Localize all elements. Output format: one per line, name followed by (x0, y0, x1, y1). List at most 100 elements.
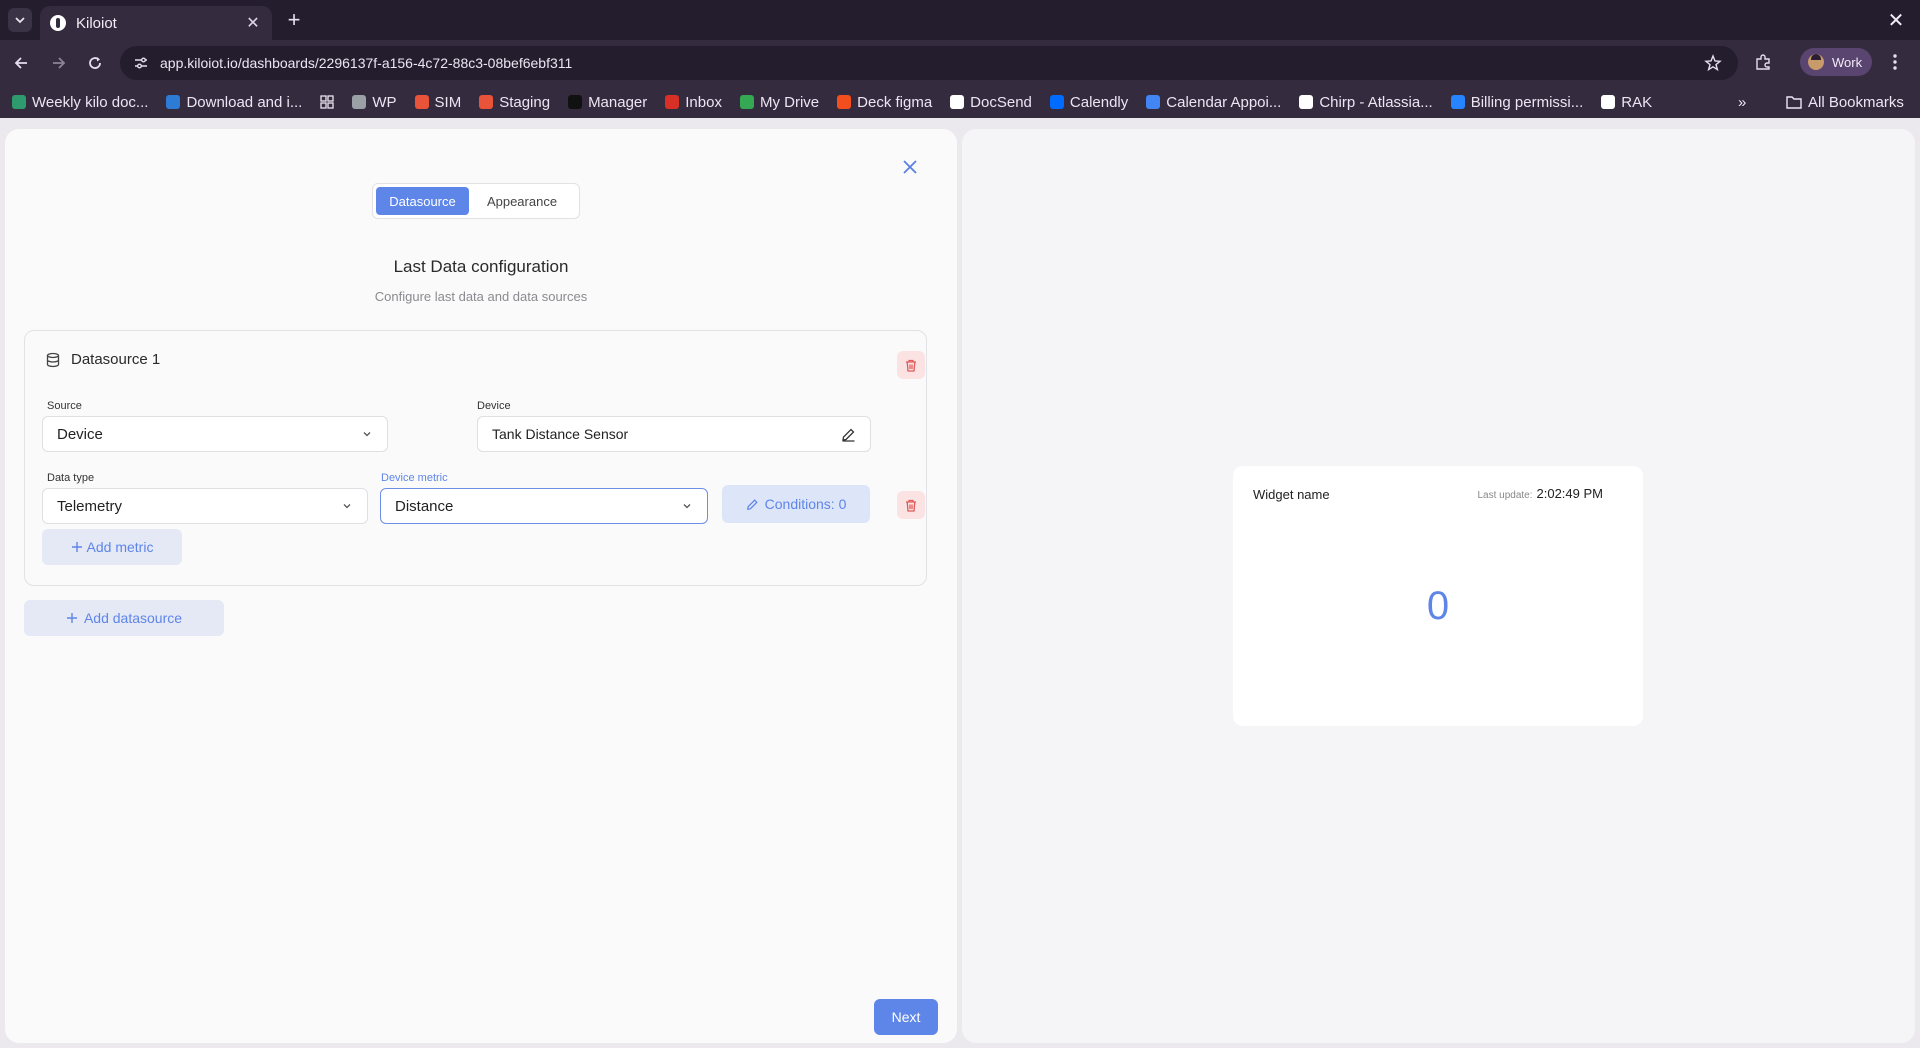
apps-grid-icon[interactable] (320, 95, 334, 109)
delete-datasource-button[interactable] (897, 351, 925, 379)
reload-button[interactable] (83, 51, 107, 75)
conditions-label: Conditions: 0 (764, 496, 847, 512)
bookmark-item[interactable]: SIM (414, 93, 462, 111)
bookmark-favicon-icon (1601, 95, 1616, 109)
source-select[interactable]: Device (42, 416, 388, 452)
bookmark-item[interactable]: Staging (479, 94, 550, 111)
bookmark-star-icon[interactable] (1702, 52, 1724, 74)
profile-label: Work (1832, 54, 1863, 70)
window-close-button[interactable]: ✕ (1884, 8, 1908, 32)
bookmark-label: Calendly (1069, 93, 1129, 111)
all-bookmarks-button[interactable]: All Bookmarks (1786, 86, 1904, 118)
bookmark-label: WP (372, 93, 397, 111)
bookmark-label: SIM (434, 93, 462, 111)
site-info-icon[interactable] (130, 52, 152, 74)
source-value: Device (57, 425, 103, 443)
bookmark-item[interactable]: Manager (568, 94, 647, 111)
bookmark-label: Download and i... (186, 93, 303, 111)
url-text: app.kiloiot.io/dashboards/2296137f-a156-… (160, 55, 573, 71)
bookmark-favicon-icon (1299, 95, 1314, 109)
bookmark-label: My Drive (759, 93, 820, 111)
bookmark-favicon-icon (950, 95, 965, 109)
device-metric-select[interactable]: Distance (380, 488, 708, 524)
bookmark-item[interactable]: My Drive (739, 93, 820, 111)
bookmark-label: Calendar Appoi... (1166, 93, 1282, 111)
avatar-icon (1808, 54, 1824, 70)
bookmark-item[interactable]: WP (352, 93, 397, 111)
source-label: Source (47, 400, 82, 412)
all-bookmarks-label: All Bookmarks (1808, 93, 1904, 111)
bookmark-favicon-icon (166, 95, 181, 109)
device-value: Tank Distance Sensor (492, 426, 629, 442)
device-field[interactable]: Tank Distance Sensor (477, 416, 871, 452)
bookmark-favicon-icon (837, 95, 852, 109)
more-bookmarks-button[interactable]: » (1738, 86, 1746, 118)
new-tab-button[interactable]: + (282, 7, 306, 32)
bookmark-label: Weekly kilo doc... (32, 93, 149, 111)
bookmark-item[interactable]: Billing permissi... (1450, 94, 1583, 111)
bookmark-item[interactable]: Calendly (1049, 93, 1129, 111)
bookmark-item[interactable]: Calendar Appoi... (1146, 94, 1281, 111)
folder-icon (1786, 96, 1802, 109)
reload-icon (89, 57, 101, 69)
browser-menu-icon[interactable] (1884, 51, 1906, 73)
bookmark-favicon-icon (352, 95, 367, 109)
delete-metric-button[interactable] (897, 491, 925, 519)
arrow-left-icon (14, 57, 27, 69)
extensions-icon[interactable] (1752, 51, 1774, 73)
tab-appearance[interactable]: Appearance (473, 187, 571, 215)
bookmarks-bar: Weekly kilo doc... Download and i... WP SIM… (0, 86, 1920, 118)
add-datasource-label: Add datasource (83, 610, 183, 626)
browser-toolbar: app.kiloiot.io/dashboards/2296137f-a156-… (0, 40, 1920, 86)
browser-tab-strip: Kiloiot ✕ + ✕ (0, 0, 1920, 40)
bookmark-label: RAK (1621, 93, 1653, 111)
data-type-select[interactable]: Telemetry (42, 488, 368, 524)
bookmark-label: Inbox (685, 93, 722, 111)
bookmark-item[interactable]: Weekly kilo doc... (12, 94, 148, 111)
tab-datasource[interactable]: Datasource (376, 187, 469, 215)
bookmark-item[interactable]: Download and i... (166, 94, 302, 111)
datasource-title: Datasource 1 (71, 351, 161, 368)
chevron-down-icon (15, 17, 25, 24)
bookmark-item[interactable]: Chirp - Atlassia... (1299, 94, 1433, 111)
add-metric-button[interactable]: Add metric (42, 529, 182, 565)
last-update: Last update: 2:02:49 PM (1477, 486, 1603, 501)
device-metric-value: Distance (395, 497, 454, 515)
bookmark-label: Deck figma (857, 93, 933, 111)
data-type-value: Telemetry (57, 497, 123, 515)
bookmark-favicon-icon (414, 95, 429, 109)
database-icon (46, 352, 60, 367)
bookmark-item[interactable]: RAK (1601, 94, 1652, 111)
bookmark-favicon-icon (1146, 95, 1161, 109)
last-update-label: Last update: (1477, 490, 1533, 501)
close-config-button[interactable] (898, 155, 922, 179)
conditions-button[interactable]: Conditions: 0 (722, 485, 870, 523)
kiloiot-favicon-icon (50, 15, 66, 31)
bookmark-label: Staging (499, 93, 551, 111)
config-subtitle: Configure last data and data sources (374, 289, 588, 304)
plus-icon (71, 542, 82, 552)
close-icon (903, 160, 917, 174)
bookmark-item[interactable]: Deck figma (837, 94, 932, 111)
widget-value: 0 (1426, 584, 1450, 628)
bookmark-item[interactable]: DocSend (950, 94, 1032, 111)
edit-pencil-icon[interactable] (840, 426, 856, 442)
tab-search-button[interactable] (8, 8, 32, 32)
forward-button[interactable] (46, 51, 70, 75)
profile-button[interactable]: Work (1800, 48, 1872, 76)
device-metric-label: Device metric (381, 472, 448, 484)
plus-icon (66, 613, 77, 623)
trash-icon (906, 499, 916, 512)
bookmark-item[interactable]: Inbox (665, 94, 722, 111)
config-tabs: Datasource Appearance (372, 183, 580, 219)
next-button[interactable]: Next (874, 999, 938, 1035)
back-button[interactable] (10, 51, 34, 75)
address-bar[interactable]: app.kiloiot.io/dashboards/2296137f-a156-… (120, 46, 1738, 80)
browser-tab-kiloiot[interactable]: Kiloiot ✕ (40, 6, 272, 40)
trash-icon (906, 359, 916, 372)
widget-config-panel: Datasource Appearance Last Data configur… (5, 129, 957, 1043)
add-datasource-button[interactable]: Add datasource (24, 600, 224, 636)
chevron-down-icon (681, 500, 693, 512)
chevron-down-icon (341, 500, 353, 512)
tab-close-button[interactable]: ✕ (244, 13, 262, 33)
